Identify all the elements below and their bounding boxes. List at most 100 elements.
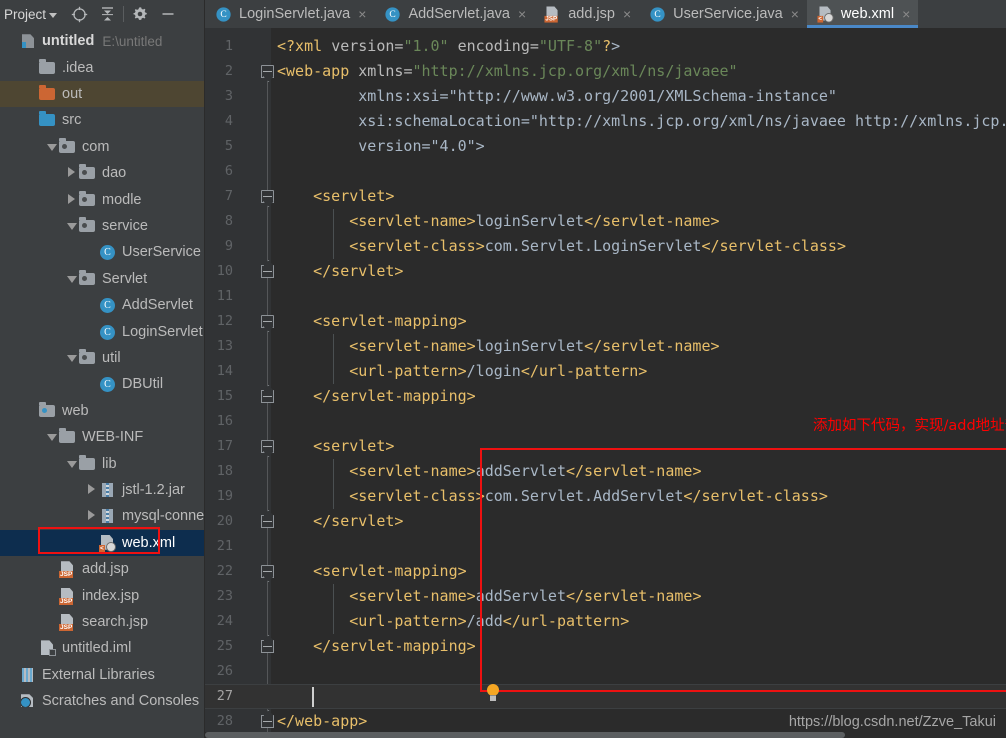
- iml-file-icon: [39, 640, 57, 656]
- tree-item-dbutil[interactable]: CDBUtil: [0, 371, 204, 397]
- close-icon[interactable]: ×: [623, 7, 631, 21]
- line-number: 22: [205, 563, 233, 579]
- minimize-icon[interactable]: [154, 2, 182, 26]
- line-number: 2: [205, 63, 233, 79]
- tree-item-addservlet[interactable]: CAddServlet: [0, 292, 204, 318]
- project-tree[interactable]: untitledE:\untitled .idea out srccom dao modl…: [0, 28, 204, 738]
- tree-item-label: index.jsp: [82, 588, 139, 604]
- gear-icon[interactable]: [126, 2, 154, 26]
- close-icon[interactable]: ×: [518, 7, 526, 21]
- external-libraries-icon: [19, 667, 37, 683]
- tree-item-search-jsp[interactable]: JSPsearch.jsp: [0, 609, 204, 635]
- tree-item-label: modle: [102, 192, 142, 208]
- tab-label: AddServlet.java: [408, 6, 510, 22]
- folder-icon: [39, 60, 57, 76]
- code-content[interactable]: <?xml version="1.0" encoding="UTF-8"?><w…: [271, 28, 1006, 738]
- editor-tab-web-xml[interactable]: <web.xml×: [807, 0, 918, 28]
- horizontal-scrollbar[interactable]: [205, 732, 1006, 738]
- intention-bulb-icon[interactable]: [485, 684, 501, 703]
- chevron-down-icon[interactable]: [64, 271, 79, 287]
- editor-gutter[interactable]: 1234567891011121314151617181920212223242…: [205, 28, 271, 738]
- tree-item-untitled-iml[interactable]: untitled.iml: [0, 635, 204, 661]
- tree-item-web[interactable]: web: [0, 398, 204, 424]
- tree-item-label: .idea: [62, 60, 93, 76]
- ide-window: Project untitledE:\untitled .idea out: [0, 0, 1006, 738]
- code-editor[interactable]: 1234567891011121314151617181920212223242…: [205, 28, 1006, 738]
- line-number: 11: [205, 288, 233, 304]
- tree-item-modle[interactable]: modle: [0, 186, 204, 212]
- tree-item-label: add.jsp: [82, 561, 129, 577]
- package-icon: [59, 139, 77, 155]
- tree-item-path: E:\untitled: [102, 34, 162, 49]
- tree-item-userservice[interactable]: CUserService: [0, 239, 204, 265]
- editor-tab-loginservlet-java[interactable]: CLoginServlet.java×: [205, 0, 374, 28]
- text-caret: [312, 687, 314, 707]
- tree-item-untitled[interactable]: untitledE:\untitled: [0, 28, 204, 54]
- code-line: <servlet-name>loginServlet</servlet-name…: [277, 334, 720, 359]
- xml-file-icon: <: [99, 535, 117, 551]
- code-line: <servlet>: [277, 184, 394, 209]
- line-number: 4: [205, 113, 233, 129]
- scratches-icon: [19, 693, 37, 709]
- locate-icon[interactable]: [65, 2, 93, 26]
- chevron-right-icon[interactable]: [84, 508, 99, 524]
- line-number: 15: [205, 388, 233, 404]
- line-number: 13: [205, 338, 233, 354]
- tree-item-jstl-1-2-jar[interactable]: jstl-1.2.jar: [0, 477, 204, 503]
- tree-item-servlet[interactable]: Servlet: [0, 266, 204, 292]
- tree-item-label: Scratches and Consoles: [42, 693, 199, 709]
- tree-item-web-inf[interactable]: WEB-INF: [0, 424, 204, 450]
- tree-item-util[interactable]: util: [0, 345, 204, 371]
- line-number: 5: [205, 138, 233, 154]
- editor-tab-addservlet-java[interactable]: CAddServlet.java×: [374, 0, 534, 28]
- tree-item-out[interactable]: out: [0, 81, 204, 107]
- editor-tab-add-jsp[interactable]: JSPadd.jsp×: [534, 0, 639, 28]
- chevron-down-icon[interactable]: [64, 456, 79, 472]
- line-number: 16: [205, 413, 233, 429]
- line-number: 27: [205, 688, 233, 704]
- chevron-down-icon[interactable]: [44, 139, 59, 155]
- tree-item-dao[interactable]: dao: [0, 160, 204, 186]
- tree-item-label: dao: [102, 165, 126, 181]
- chevron-down-icon[interactable]: [64, 350, 79, 366]
- chevron-right-icon[interactable]: [64, 192, 79, 208]
- annotation-text: 添加如下代码，实现/add地址部署: [813, 414, 1006, 435]
- line-number: 19: [205, 488, 233, 504]
- tree-item-com[interactable]: com: [0, 134, 204, 160]
- chevron-down-icon[interactable]: [44, 429, 59, 445]
- editor-tab-userservice-java[interactable]: CUserService.java×: [639, 0, 807, 28]
- jar-icon: [99, 482, 117, 498]
- package-icon: [79, 192, 97, 208]
- tree-item-external-libraries[interactable]: External Libraries: [0, 662, 204, 688]
- editor-tab-bar[interactable]: CLoginServlet.java×CAddServlet.java×JSPa…: [205, 0, 1006, 28]
- close-icon[interactable]: ×: [902, 7, 910, 21]
- project-title-dropdown[interactable]: Project: [2, 7, 57, 22]
- tree-item-label: web: [62, 403, 89, 419]
- chevron-right-icon[interactable]: [84, 482, 99, 498]
- tree-item-service[interactable]: service: [0, 213, 204, 239]
- tree-item-loginservlet[interactable]: CLoginServlet: [0, 318, 204, 344]
- tree-item-scratches-and-consoles[interactable]: Scratches and Consoles: [0, 688, 204, 714]
- tree-item-add-jsp[interactable]: JSPadd.jsp: [0, 556, 204, 582]
- chevron-right-icon[interactable]: [64, 165, 79, 181]
- line-number: 21: [205, 538, 233, 554]
- tree-item-label: util: [102, 350, 121, 366]
- chevron-down-icon[interactable]: [64, 218, 79, 234]
- tree-item-lib[interactable]: lib: [0, 450, 204, 476]
- tree-item-index-jsp[interactable]: JSPindex.jsp: [0, 582, 204, 608]
- code-line: <url-pattern>/add</url-pattern>: [277, 609, 629, 634]
- toolbar-separator: [123, 6, 124, 22]
- tree-item-src[interactable]: src: [0, 107, 204, 133]
- tree-item-web-xml[interactable]: <web.xml: [0, 530, 204, 556]
- collapse-all-icon[interactable]: [93, 2, 121, 26]
- package-icon: [79, 271, 97, 287]
- tree-item-label: lib: [102, 456, 117, 472]
- close-icon[interactable]: ×: [791, 7, 799, 21]
- tree-item-mysql-connec[interactable]: mysql-connec: [0, 503, 204, 529]
- code-line: </servlet-mapping>: [277, 634, 476, 659]
- java-class-icon: C: [215, 6, 232, 21]
- tree-item-label: out: [62, 86, 82, 102]
- close-icon[interactable]: ×: [358, 7, 366, 21]
- line-number: 26: [205, 663, 233, 679]
- tree-item-idea[interactable]: .idea: [0, 54, 204, 80]
